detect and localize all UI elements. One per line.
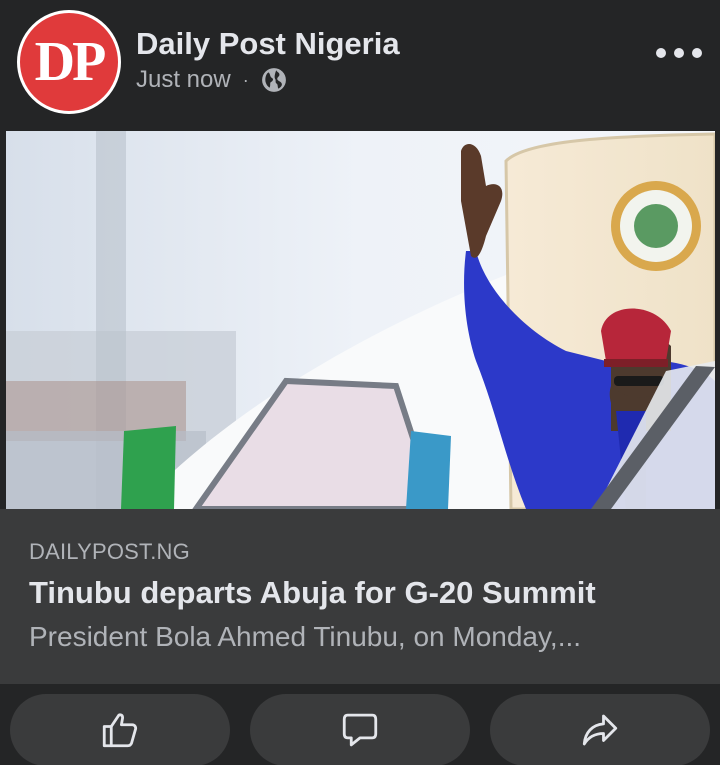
- link-title: Tinubu departs Abuja for G-20 Summit: [29, 575, 596, 610]
- post-photo[interactable]: [6, 131, 715, 509]
- avatar-logo-text: DP: [34, 31, 107, 93]
- link-preview-card[interactable]: DAILYPOST.NG Tinubu departs Abuja for G-…: [0, 509, 720, 684]
- globe-icon[interactable]: [261, 67, 287, 93]
- comment-icon: [342, 713, 378, 747]
- link-description: President Bola Ahmed Tinubu, on Monday,.…: [29, 621, 582, 652]
- more-horizontal-icon: [656, 48, 666, 58]
- share-icon: [582, 714, 618, 746]
- like-icon: [102, 713, 138, 748]
- page-name[interactable]: Daily Post Nigeria: [136, 26, 400, 62]
- page-avatar[interactable]: DP: [17, 10, 121, 114]
- photo-president-waving-from-aircraft: [6, 131, 715, 509]
- comment-button[interactable]: [250, 694, 470, 765]
- post-meta: Just now ·: [136, 66, 287, 94]
- post-header: DP Daily Post Nigeria Just now ·: [0, 0, 720, 131]
- link-domain: DAILYPOST.NG: [29, 539, 190, 564]
- share-button[interactable]: [490, 694, 710, 765]
- more-options-button[interactable]: [656, 38, 702, 68]
- post-timestamp[interactable]: Just now: [136, 66, 231, 94]
- post-actions-bar: [0, 684, 720, 765]
- meta-separator: ·: [242, 69, 249, 90]
- like-button[interactable]: [10, 694, 230, 765]
